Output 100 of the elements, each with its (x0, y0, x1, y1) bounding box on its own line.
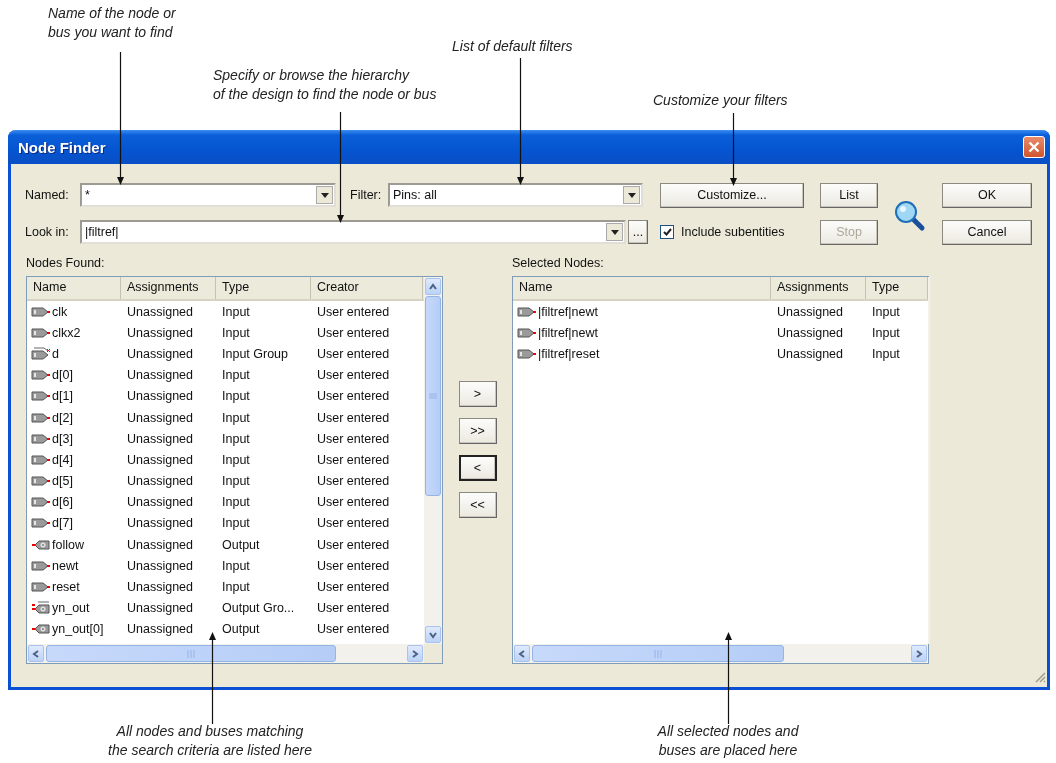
callout-text: List of default filters (452, 37, 574, 56)
input-pin-icon (517, 305, 537, 318)
node-name[interactable]: d[0] (52, 368, 73, 383)
table-cell-text: Input Group (221, 346, 289, 361)
table-cell-text: Input (221, 474, 251, 489)
table-cell-text: Input (221, 410, 251, 425)
table-cell-text: Output Gro... (221, 601, 296, 616)
node-name[interactable]: yn_out[0] (52, 622, 104, 637)
column-header[interactable]: Assignments (771, 277, 866, 299)
node-name[interactable]: newt (52, 558, 79, 573)
section-label: Nodes Found: (26, 256, 106, 271)
table-cell-text: Unassigned (126, 495, 194, 510)
close-button[interactable] (1023, 136, 1045, 158)
node-name[interactable]: clk (52, 304, 68, 319)
table-cell-text: Input (221, 389, 251, 404)
table-cell-text: Input (221, 304, 251, 319)
input-pin-icon (31, 496, 51, 509)
node-name[interactable]: clkx2 (52, 325, 81, 340)
transfer-button[interactable]: > (458, 381, 497, 407)
checkbox[interactable] (660, 225, 674, 239)
node-name[interactable]: d[6] (52, 495, 73, 510)
transfer-button[interactable]: < (458, 455, 497, 481)
table-cell-text: Input (221, 431, 251, 446)
dropdown-arrow-icon (320, 192, 329, 198)
output-pin-icon (31, 623, 51, 636)
magnifier-icon (893, 198, 927, 233)
table-cell-text: Input (221, 325, 251, 340)
grip-icon[interactable] (429, 393, 437, 399)
node-name[interactable]: |filtref|newt (538, 304, 598, 319)
table-cell-text: Unassigned (126, 410, 194, 425)
output-group-pin-icon (31, 601, 51, 616)
field-label: Look in: (25, 225, 70, 239)
input-group-pin-icon (31, 346, 51, 361)
browse-button[interactable]: ... (628, 220, 648, 244)
table-cell-text: User entered (316, 537, 391, 552)
node-name[interactable]: d[4] (52, 452, 73, 467)
column-header[interactable]: Type (216, 277, 311, 299)
customize-button[interactable]: Customize... (660, 182, 804, 208)
node-name[interactable]: yn_out (52, 601, 90, 616)
table-cell-text: User entered (316, 558, 391, 573)
node-name[interactable]: |filtref|reset (538, 346, 600, 361)
node-name[interactable]: d[5] (52, 474, 73, 489)
table-cell-text: Unassigned (126, 580, 194, 595)
table-cell-text: Unassigned (126, 622, 194, 637)
look-in-combo-box[interactable]: |filtref| (80, 220, 626, 244)
table-cell-text: User entered (316, 389, 391, 404)
transfer-button[interactable]: << (458, 492, 497, 518)
input-pin-icon (31, 517, 51, 530)
node-name[interactable]: d[7] (52, 516, 73, 531)
node-name[interactable]: d[2] (52, 410, 73, 425)
table-cell-text: User entered (316, 601, 391, 616)
table-cell-text: Input (871, 325, 901, 340)
callout-text: Name of the node or bus you want to find (48, 4, 177, 42)
table-cell-text: User entered (316, 431, 391, 446)
horizontal-scrollbar[interactable] (513, 644, 928, 663)
vertical-scrollbar[interactable] (424, 277, 442, 644)
input-pin-icon (31, 305, 51, 318)
table-cell-text: Unassigned (776, 304, 844, 319)
list-button[interactable]: List (820, 182, 878, 208)
node-name[interactable]: d (52, 346, 59, 361)
node-name[interactable]: follow (52, 537, 84, 552)
column-header[interactable]: Creator (311, 277, 423, 299)
table-cell-text: Unassigned (126, 452, 194, 467)
cancel-button[interactable]: Cancel (942, 219, 1032, 245)
dropdown-arrow-icon (610, 229, 619, 235)
input-pin-icon (31, 581, 51, 594)
table-cell-text: Input (221, 368, 251, 383)
table-cell-text: Unassigned (126, 601, 194, 616)
table-cell-text: Unassigned (776, 346, 844, 361)
table-cell-text: Unassigned (126, 431, 194, 446)
horizontal-scrollbar[interactable] (27, 644, 424, 663)
input-pin-icon (517, 326, 537, 339)
column-header[interactable]: Name (513, 277, 771, 299)
resize-grip-icon[interactable] (1034, 671, 1046, 683)
transfer-button[interactable]: >> (458, 418, 497, 444)
node-name[interactable]: |filtref|newt (538, 325, 598, 340)
output-pin-icon (31, 538, 51, 551)
table-cell-text: User entered (316, 495, 391, 510)
node-name[interactable]: reset (52, 580, 80, 595)
input-pin-icon (31, 390, 51, 403)
ok-button[interactable]: OK (942, 182, 1032, 208)
table-cell-text: User entered (316, 452, 391, 467)
table-cell-text: Unassigned (126, 389, 194, 404)
input-pin-icon (31, 559, 51, 572)
table-cell-text: Output (221, 622, 261, 637)
table-cell-text: Unassigned (126, 304, 194, 319)
table-cell-text: Unassigned (126, 474, 194, 489)
table-cell-text: User entered (316, 622, 391, 637)
node-name[interactable]: d[3] (52, 431, 73, 446)
checkbox-label[interactable]: Include subentities (681, 225, 785, 239)
column-header[interactable]: Assignments (121, 277, 216, 299)
table-cell-text: User entered (316, 325, 391, 340)
table-cell-text: Unassigned (126, 516, 194, 531)
dropdown-arrow-icon (627, 192, 636, 198)
input-pin-icon (31, 432, 51, 445)
node-name[interactable]: d[1] (52, 389, 73, 404)
filter-combo-box[interactable]: Pins: all (388, 183, 643, 207)
column-header[interactable]: Name (27, 277, 121, 299)
table-cell-text: User entered (316, 580, 391, 595)
name-combo-box[interactable]: * (80, 183, 336, 207)
